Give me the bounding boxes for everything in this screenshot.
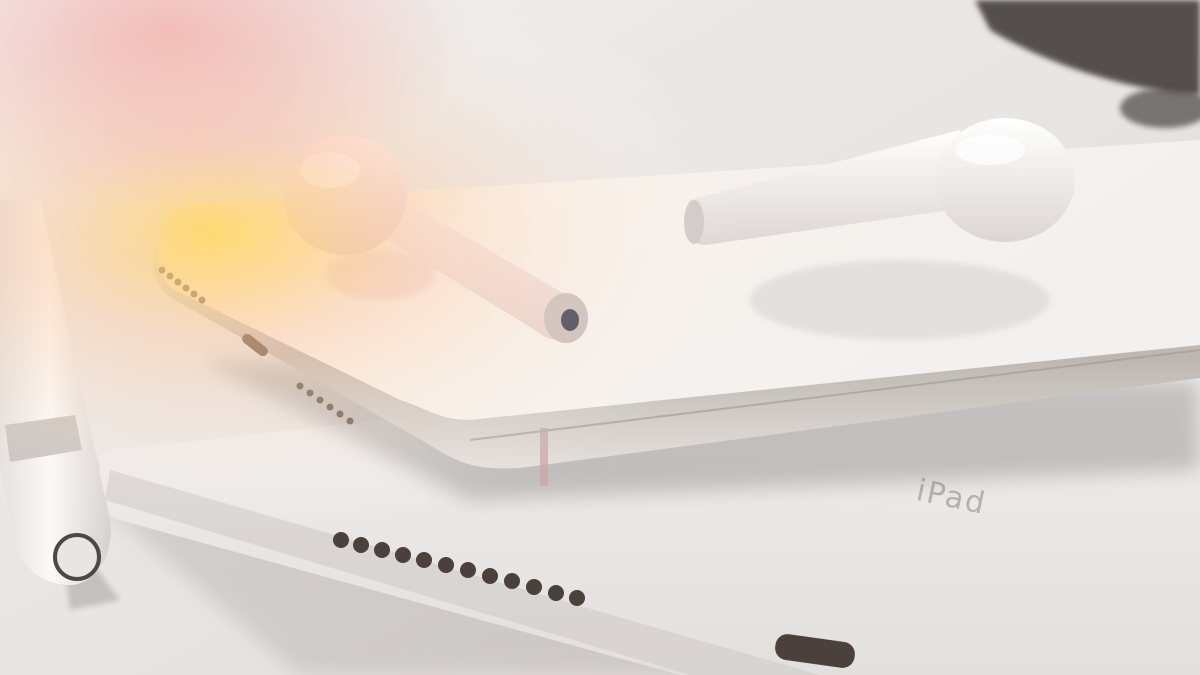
photo-scene: iPad xyxy=(0,0,1200,675)
pink-light-leak xyxy=(0,0,1200,675)
